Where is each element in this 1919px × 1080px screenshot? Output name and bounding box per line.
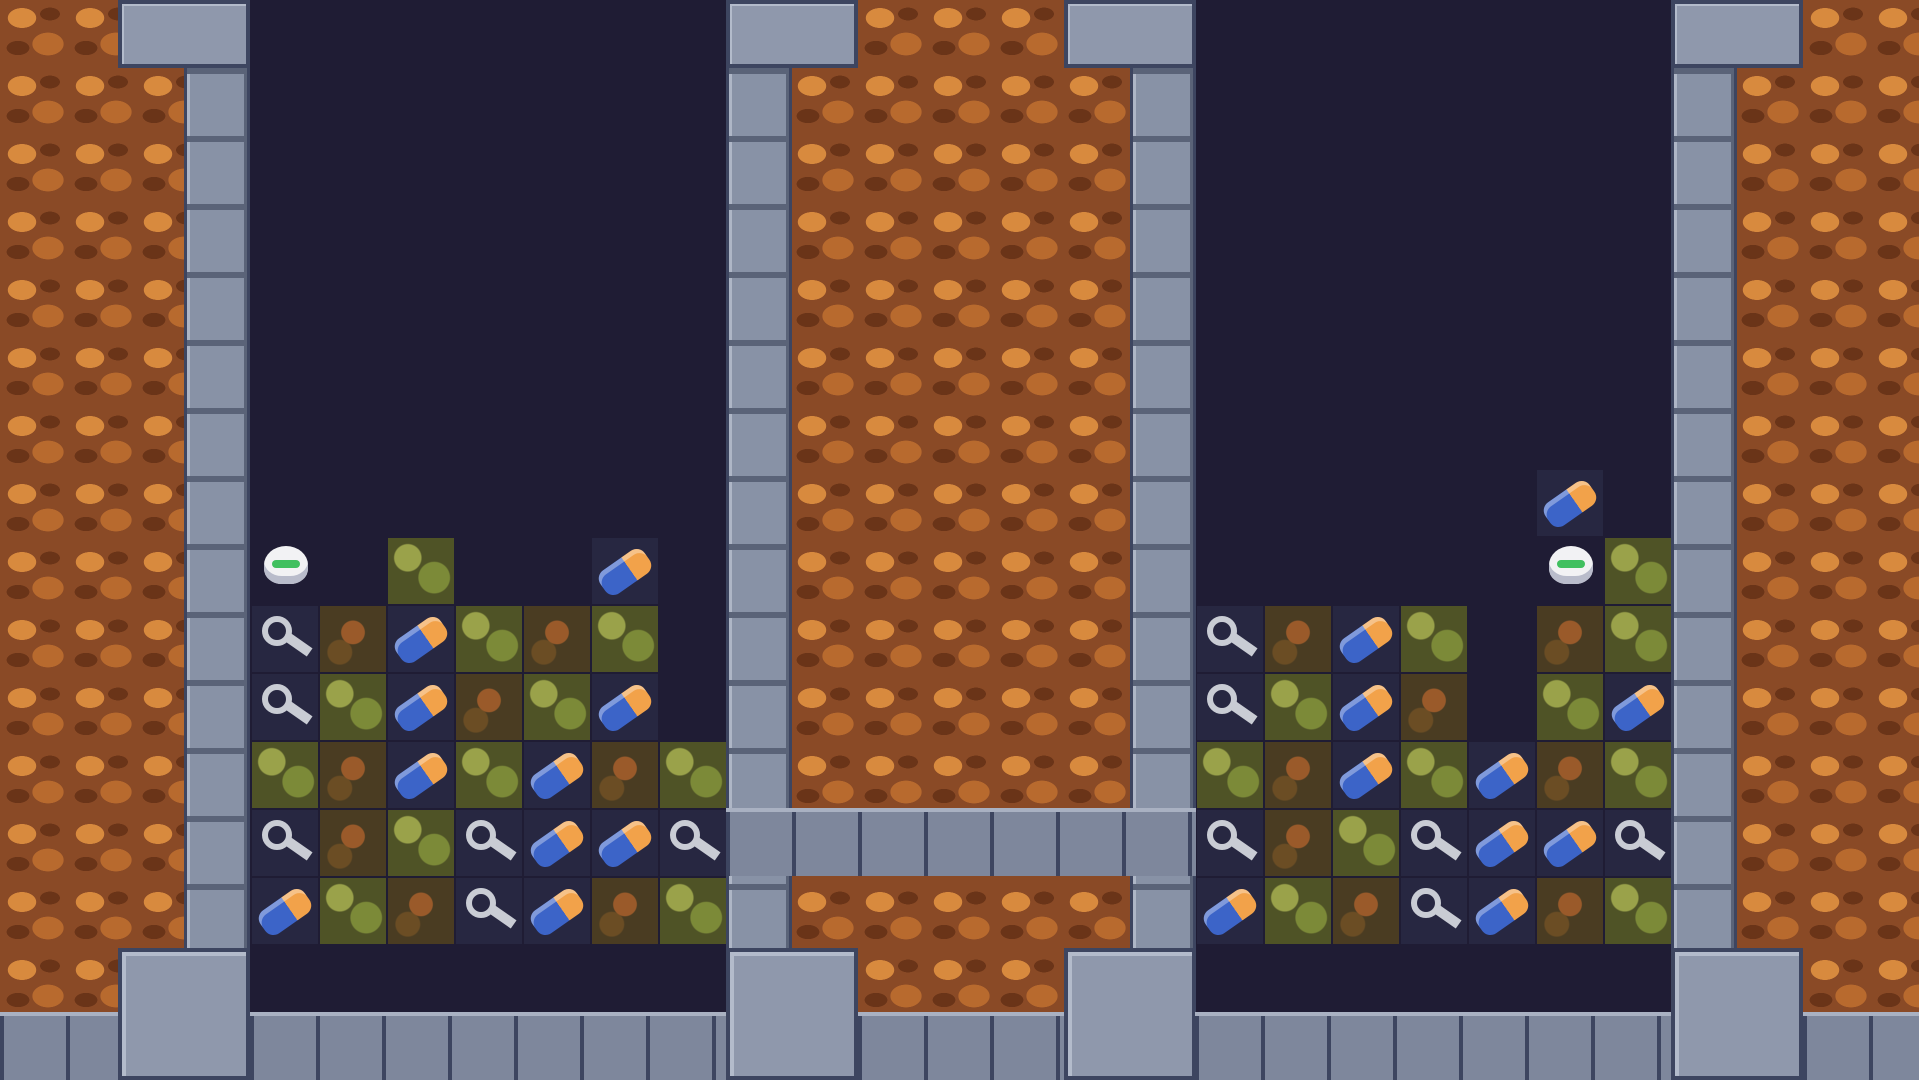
robot-tile[interactable] bbox=[252, 538, 318, 604]
battery-tile[interactable] bbox=[252, 878, 318, 944]
rock-wall-right bbox=[1735, 0, 1919, 1080]
dirt-tile[interactable] bbox=[1537, 878, 1603, 944]
battery-tile[interactable] bbox=[388, 742, 454, 808]
battery-tile[interactable] bbox=[388, 606, 454, 672]
moss-tile[interactable] bbox=[320, 674, 386, 740]
gear-tile[interactable] bbox=[252, 606, 318, 672]
corner-block bbox=[726, 948, 858, 1080]
floor-edge-left bbox=[0, 1012, 118, 1080]
gear-tile[interactable] bbox=[456, 810, 522, 876]
battery-tile[interactable] bbox=[524, 742, 590, 808]
battery-tile[interactable] bbox=[524, 810, 590, 876]
battery-tile[interactable] bbox=[592, 810, 658, 876]
game-stage bbox=[0, 0, 1919, 1080]
dirt-tile[interactable] bbox=[1333, 878, 1399, 944]
dirt-tile[interactable] bbox=[592, 742, 658, 808]
battery-tile[interactable] bbox=[592, 538, 658, 604]
dirt-tile[interactable] bbox=[456, 674, 522, 740]
moss-tile[interactable] bbox=[524, 674, 590, 740]
floor-right bbox=[1195, 1012, 1671, 1080]
rock-wall-center bbox=[790, 0, 1130, 1080]
moss-tile[interactable] bbox=[320, 878, 386, 944]
moss-tile[interactable] bbox=[252, 742, 318, 808]
robot-tile[interactable] bbox=[1537, 538, 1603, 604]
cap-block bbox=[118, 0, 250, 68]
moss-tile[interactable] bbox=[1401, 606, 1467, 672]
cap-block bbox=[1671, 0, 1803, 68]
center-ledge bbox=[726, 808, 1196, 876]
moss-tile[interactable] bbox=[1605, 538, 1671, 604]
corner-block bbox=[118, 948, 250, 1080]
dirt-tile[interactable] bbox=[524, 606, 590, 672]
moss-tile[interactable] bbox=[388, 810, 454, 876]
moss-tile[interactable] bbox=[1333, 810, 1399, 876]
dirt-tile[interactable] bbox=[320, 742, 386, 808]
gear-tile[interactable] bbox=[1197, 810, 1263, 876]
dirt-tile[interactable] bbox=[592, 878, 658, 944]
battery-tile[interactable] bbox=[1333, 606, 1399, 672]
dirt-tile[interactable] bbox=[1537, 606, 1603, 672]
moss-tile[interactable] bbox=[592, 606, 658, 672]
battery-tile[interactable] bbox=[1197, 878, 1263, 944]
gear-tile[interactable] bbox=[1401, 810, 1467, 876]
moss-tile[interactable] bbox=[1605, 742, 1671, 808]
floor-left bbox=[250, 1012, 726, 1080]
moss-tile[interactable] bbox=[660, 878, 726, 944]
battery-tile[interactable] bbox=[1469, 810, 1535, 876]
moss-tile[interactable] bbox=[1401, 742, 1467, 808]
battery-tile[interactable] bbox=[1537, 810, 1603, 876]
gear-tile[interactable] bbox=[456, 878, 522, 944]
corner-block bbox=[1064, 948, 1196, 1080]
moss-tile[interactable] bbox=[1537, 674, 1603, 740]
gear-tile[interactable] bbox=[1401, 878, 1467, 944]
dirt-tile[interactable] bbox=[1265, 742, 1331, 808]
moss-tile[interactable] bbox=[456, 742, 522, 808]
battery-tile[interactable] bbox=[1469, 742, 1535, 808]
battery-tile[interactable] bbox=[1605, 674, 1671, 740]
battery-tile[interactable] bbox=[1333, 742, 1399, 808]
dirt-tile[interactable] bbox=[1265, 810, 1331, 876]
moss-tile[interactable] bbox=[660, 742, 726, 808]
battery-tile[interactable] bbox=[1333, 674, 1399, 740]
battery-tile[interactable] bbox=[592, 674, 658, 740]
battery-tile[interactable] bbox=[388, 674, 454, 740]
battery-tile[interactable] bbox=[1469, 878, 1535, 944]
floor-edge-right bbox=[1803, 1012, 1919, 1080]
dirt-tile[interactable] bbox=[320, 606, 386, 672]
moss-tile[interactable] bbox=[456, 606, 522, 672]
pillar-right-b bbox=[1671, 0, 1737, 1012]
pillar-left-a bbox=[184, 0, 250, 1012]
rock-wall-left bbox=[0, 0, 190, 1080]
gear-tile[interactable] bbox=[252, 674, 318, 740]
moss-tile[interactable] bbox=[388, 538, 454, 604]
gear-tile[interactable] bbox=[252, 810, 318, 876]
battery-tile[interactable] bbox=[1537, 470, 1603, 536]
moss-tile[interactable] bbox=[1197, 742, 1263, 808]
moss-tile[interactable] bbox=[1265, 674, 1331, 740]
moss-tile[interactable] bbox=[1265, 878, 1331, 944]
moss-tile[interactable] bbox=[1605, 878, 1671, 944]
dirt-tile[interactable] bbox=[320, 810, 386, 876]
cap-block bbox=[1064, 0, 1196, 68]
cap-block bbox=[726, 0, 858, 68]
dirt-tile[interactable] bbox=[1537, 742, 1603, 808]
gear-tile[interactable] bbox=[1197, 674, 1263, 740]
moss-tile[interactable] bbox=[1605, 606, 1671, 672]
dirt-tile[interactable] bbox=[1401, 674, 1467, 740]
gear-tile[interactable] bbox=[660, 810, 726, 876]
dirt-tile[interactable] bbox=[388, 878, 454, 944]
dirt-tile[interactable] bbox=[1265, 606, 1331, 672]
battery-tile[interactable] bbox=[524, 878, 590, 944]
floor-center bbox=[858, 1012, 1064, 1080]
gear-tile[interactable] bbox=[1605, 810, 1671, 876]
corner-block bbox=[1671, 948, 1803, 1080]
gear-tile[interactable] bbox=[1197, 606, 1263, 672]
